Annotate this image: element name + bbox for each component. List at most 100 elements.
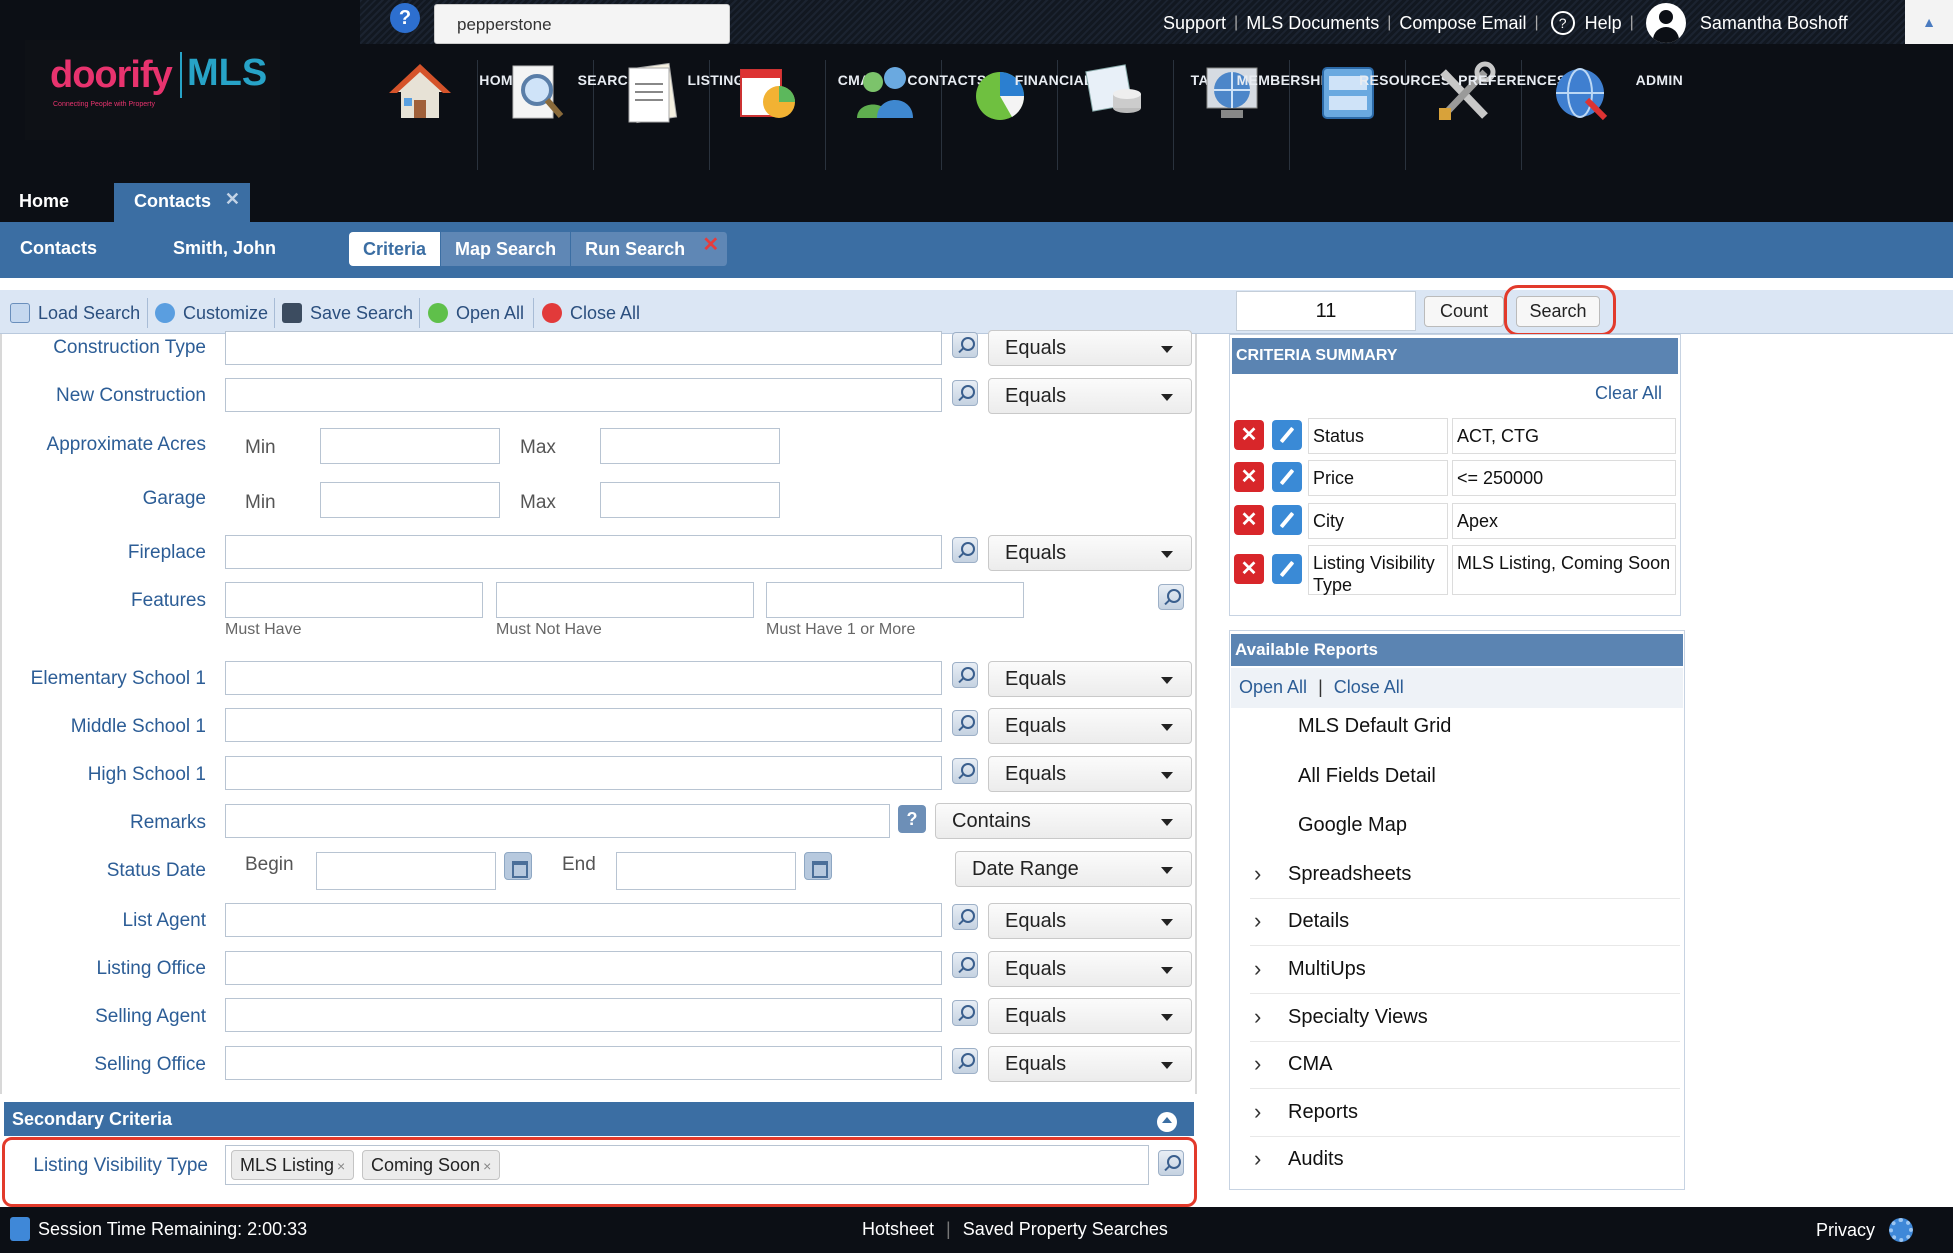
compose-email-link[interactable]: Compose Email: [1399, 13, 1526, 34]
fireplace-lookup-icon[interactable]: [952, 537, 978, 563]
end-calendar-icon[interactable]: [804, 852, 832, 880]
collapse-circle-icon[interactable]: [1157, 1112, 1177, 1132]
close-all-button[interactable]: Close All: [542, 299, 640, 327]
privacy-link[interactable]: Privacy: [1816, 1220, 1875, 1241]
report-group-cma[interactable]: › CMA: [1250, 1041, 1680, 1089]
listing-office-operator[interactable]: Equals: [988, 951, 1192, 987]
report-group-specialty-views[interactable]: › Specialty Views: [1250, 994, 1680, 1042]
elementary-school-operator[interactable]: Equals: [988, 661, 1192, 697]
clear-all-link[interactable]: Clear All: [1595, 383, 1662, 404]
chip-remove-icon[interactable]: ×: [483, 1158, 491, 1174]
edit-pencil-icon[interactable]: [1272, 554, 1302, 584]
elementary-school-lookup-icon[interactable]: [952, 662, 978, 688]
high-school-lookup-icon[interactable]: [952, 758, 978, 784]
user-name[interactable]: Samantha Boshoff: [1700, 13, 1848, 34]
list-agent-input[interactable]: [225, 903, 942, 937]
remove-criterion-icon[interactable]: ✕: [1234, 462, 1264, 492]
tab-criteria[interactable]: Criteria: [349, 232, 442, 266]
reports-open-all-link[interactable]: Open All: [1239, 677, 1307, 697]
middle-school-operator[interactable]: Equals: [988, 708, 1192, 744]
selling-agent-input[interactable]: [225, 998, 942, 1032]
breadcrumb-contact-name[interactable]: Smith, John: [173, 238, 276, 259]
saved-property-searches-link[interactable]: Saved Property Searches: [963, 1219, 1168, 1240]
features-must-have-input[interactable]: [225, 582, 483, 618]
middle-school-lookup-icon[interactable]: [952, 710, 978, 736]
construction-type-input[interactable]: [225, 331, 942, 365]
fireplace-operator[interactable]: Equals: [988, 535, 1192, 571]
save-search-button[interactable]: Save Search: [282, 299, 413, 327]
selling-agent-operator[interactable]: Equals: [988, 998, 1192, 1034]
fireplace-input[interactable]: [225, 535, 942, 569]
edit-pencil-icon[interactable]: [1272, 420, 1302, 450]
chip-remove-icon[interactable]: ×: [337, 1158, 345, 1174]
selling-agent-lookup-icon[interactable]: [952, 1000, 978, 1026]
remove-criterion-icon[interactable]: ✕: [1234, 420, 1264, 450]
approx-acres-min-input[interactable]: [320, 428, 500, 464]
remarks-input[interactable]: [225, 804, 890, 838]
close-tab-icon[interactable]: ✕: [225, 181, 240, 218]
report-group-details[interactable]: › Details: [1250, 898, 1680, 946]
high-school-operator[interactable]: Equals: [988, 756, 1192, 792]
breadcrumb-contacts[interactable]: Contacts: [20, 238, 97, 259]
support-link[interactable]: Support: [1163, 13, 1226, 34]
remove-criterion-icon[interactable]: ✕: [1234, 505, 1264, 535]
quick-search-input[interactable]: pepperstone: [434, 4, 730, 44]
status-date-operator[interactable]: Date Range: [955, 851, 1192, 887]
report-all-fields-detail[interactable]: All Fields Detail: [1298, 765, 1436, 788]
close-run-search-icon[interactable]: ✕: [702, 228, 719, 262]
reports-close-all-link[interactable]: Close All: [1334, 677, 1404, 697]
garage-min-input[interactable]: [320, 482, 500, 518]
elementary-school-input[interactable]: [225, 661, 942, 695]
nav-admin[interactable]: ADMIN: [1522, 60, 1683, 170]
features-lookup-icon[interactable]: [1158, 584, 1184, 610]
status-date-end-input[interactable]: [616, 852, 796, 890]
remarks-operator[interactable]: Contains: [935, 803, 1192, 839]
report-group-audits[interactable]: › Audits: [1250, 1136, 1680, 1184]
tab-run-search[interactable]: Run Search ✕: [571, 232, 729, 266]
open-all-button[interactable]: Open All: [428, 299, 524, 327]
garage-max-input[interactable]: [600, 482, 780, 518]
construction-type-lookup-icon[interactable]: [952, 332, 978, 358]
settings-gear-icon[interactable]: [1889, 1218, 1913, 1242]
tab-home[interactable]: Home: [0, 183, 88, 222]
list-agent-lookup-icon[interactable]: [952, 904, 978, 930]
listing-office-input[interactable]: [225, 951, 942, 985]
list-agent-operator[interactable]: Equals: [988, 903, 1192, 939]
new-construction-input[interactable]: [225, 378, 942, 412]
report-google-map[interactable]: Google Map: [1298, 814, 1407, 837]
user-avatar-icon[interactable]: [1645, 3, 1686, 43]
remove-criterion-icon[interactable]: ✕: [1234, 554, 1264, 584]
report-group-spreadsheets[interactable]: › Spreadsheets: [1250, 851, 1680, 899]
new-construction-operator[interactable]: Equals: [988, 378, 1192, 414]
selling-office-lookup-icon[interactable]: [952, 1048, 978, 1074]
help-circle-icon[interactable]: ?: [1550, 11, 1575, 35]
listing-office-lookup-icon[interactable]: [952, 952, 978, 978]
tab-map-search[interactable]: Map Search: [441, 232, 572, 266]
construction-type-operator[interactable]: Equals: [988, 330, 1192, 366]
high-school-input[interactable]: [225, 756, 942, 790]
mls-documents-link[interactable]: MLS Documents: [1246, 13, 1379, 34]
tab-contacts[interactable]: Contacts ✕: [114, 183, 250, 222]
help-link[interactable]: Help: [1585, 13, 1622, 34]
help-icon[interactable]: ?: [390, 3, 420, 33]
listing-visibility-lookup-icon[interactable]: [1158, 1150, 1184, 1176]
middle-school-input[interactable]: [225, 708, 942, 742]
customize-button[interactable]: Customize: [155, 299, 268, 327]
doorify-logo[interactable]: doorify MLS Connecting People with Prope…: [25, 40, 280, 140]
edit-pencil-icon[interactable]: [1272, 462, 1302, 492]
new-construction-lookup-icon[interactable]: [952, 380, 978, 406]
approx-acres-max-input[interactable]: [600, 428, 780, 464]
report-group-multiups[interactable]: › MultiUps: [1250, 946, 1680, 994]
edit-pencil-icon[interactable]: [1272, 505, 1302, 535]
count-button[interactable]: Count: [1424, 296, 1504, 327]
remarks-help-icon[interactable]: ?: [898, 805, 926, 833]
load-search-button[interactable]: Load Search: [10, 299, 140, 327]
features-must-have-one-input[interactable]: [766, 582, 1024, 618]
report-group-reports[interactable]: › Reports: [1250, 1089, 1680, 1137]
selling-office-input[interactable]: [225, 1046, 942, 1080]
status-date-begin-input[interactable]: [316, 852, 496, 890]
chip-mls-listing[interactable]: MLS Listing ×: [231, 1150, 355, 1180]
hotsheet-link[interactable]: Hotsheet: [862, 1219, 934, 1240]
secondary-criteria-header[interactable]: Secondary Criteria: [4, 1102, 1194, 1136]
begin-calendar-icon[interactable]: [504, 852, 532, 880]
